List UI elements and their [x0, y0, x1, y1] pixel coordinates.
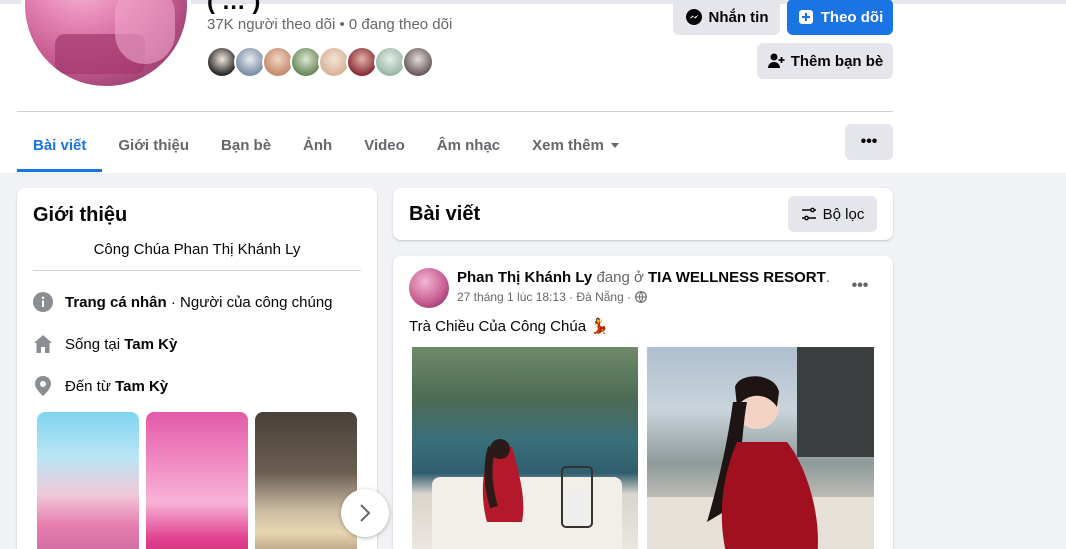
next-photos-button[interactable] — [341, 489, 389, 537]
avatar-photo-detail-2 — [115, 0, 175, 64]
page-category: · Người của công chúng — [166, 293, 333, 311]
post-author-name[interactable]: Phan Thị Khánh Ly — [457, 269, 592, 286]
filter-icon — [801, 207, 817, 221]
add-friend-icon — [767, 52, 785, 70]
profile-header: ( … ) 37K người theo dõi • 0 đang theo d… — [0, 0, 1066, 173]
pool-scene-art — [432, 439, 622, 549]
info-icon — [33, 292, 53, 312]
location-pin-icon — [33, 376, 53, 396]
profile-avatar[interactable] — [21, 0, 191, 90]
post-meta: 27 tháng 1 lúc 18:13 · Đà Nẵng · — [457, 290, 648, 304]
intro-page-info: Trang cá nhân · Người của công chúng — [33, 292, 333, 312]
featured-photo[interactable] — [146, 412, 248, 549]
post-text: Trà Chiều Của Công Chúa 💃 — [409, 318, 609, 335]
header-divider — [17, 111, 893, 112]
add-friend-button-label: Thêm bạn bè — [790, 52, 884, 70]
message-button[interactable]: Nhắn tin — [673, 0, 780, 35]
tab-label: Bạn bè — [221, 136, 272, 154]
intro-from: Đến từ Tam Kỳ — [33, 376, 168, 396]
lives-in-prefix: Sống tại — [65, 335, 125, 353]
tab-label: Âm nhạc — [436, 136, 501, 154]
friend-avatar[interactable] — [402, 46, 434, 78]
tab-posts[interactable]: Bài viết — [17, 118, 103, 172]
featured-photo[interactable] — [37, 412, 139, 549]
posts-header-card: Bài viết Bộ lọc — [393, 188, 893, 240]
intro-bio: Công Chúa Phan Thị Khánh Ly — [93, 241, 301, 258]
tab-about[interactable]: Giới thiệu — [102, 118, 205, 172]
from-prefix: Đến từ — [65, 377, 116, 395]
follow-icon — [797, 8, 815, 26]
portrait-scene-art — [647, 347, 874, 549]
post-photo[interactable] — [647, 347, 874, 549]
tab-label: Video — [364, 136, 405, 154]
filter-button-label: Bộ lọc — [822, 205, 865, 223]
post-author-line: Phan Thị Khánh Ly đang ở TIA WELLNESS RE… — [457, 269, 830, 286]
tab-label: Giới thiệu — [118, 136, 190, 154]
tab-label: Xem thêm — [532, 136, 604, 154]
follow-stats[interactable]: 37K người theo dõi • 0 đang theo dõi — [207, 16, 452, 33]
chevron-right-icon — [360, 504, 371, 522]
tab-label: Ảnh — [303, 136, 333, 154]
mutual-friends-avatars — [206, 46, 434, 78]
tab-videos[interactable]: Video — [348, 118, 421, 172]
page-type-label[interactable]: Trang cá nhân — [65, 294, 167, 311]
tab-friends[interactable]: Bạn bè — [205, 118, 287, 172]
post-location[interactable]: TIA WELLNESS RESORT — [648, 269, 826, 286]
more-options-button[interactable]: ••• — [845, 124, 893, 160]
messenger-icon — [685, 8, 703, 26]
globe-icon — [635, 291, 648, 303]
intro-lives-in: Sống tại Tam Kỳ — [33, 334, 177, 354]
post-photo[interactable] — [412, 347, 638, 549]
filter-button[interactable]: Bộ lọc — [788, 196, 877, 232]
tab-see-more[interactable]: Xem thêm — [516, 118, 635, 172]
message-button-label: Nhắn tin — [708, 8, 769, 26]
intro-card: Giới thiệu Công Chúa Phan Thị Khánh Ly T… — [17, 188, 389, 549]
caret-down-icon — [610, 142, 619, 148]
add-friend-button[interactable]: Thêm bạn bè — [757, 43, 893, 79]
home-icon — [33, 334, 53, 354]
follow-button-label: Theo dõi — [820, 8, 884, 26]
lives-in-place[interactable]: Tam Kỳ — [124, 336, 177, 353]
profile-tabs: Bài viết Giới thiệu Bạn bè Ảnh Video Âm … — [17, 118, 635, 172]
post-card: Phan Thị Khánh Ly đang ở TIA WELLNESS RE… — [393, 256, 893, 549]
post-period: . — [825, 269, 830, 286]
profile-name: ( … ) — [207, 0, 261, 15]
post-author-avatar[interactable] — [409, 268, 449, 308]
intro-title: Giới thiệu — [33, 204, 128, 226]
post-options-button[interactable]: ••• — [845, 274, 875, 298]
tab-music[interactable]: Âm nhạc — [421, 118, 516, 172]
posts-title: Bài viết — [409, 203, 481, 225]
tab-label: Bài viết — [33, 136, 87, 154]
post-checkin-text: đang ở — [592, 269, 648, 286]
tab-photos[interactable]: Ảnh — [287, 118, 348, 172]
intro-divider — [33, 270, 361, 271]
featured-photo[interactable] — [255, 412, 357, 549]
post-timestamp[interactable]: 27 tháng 1 lúc 18:13 · Đà Nẵng · — [457, 290, 631, 304]
follow-button[interactable]: Theo dõi — [787, 0, 893, 35]
from-place[interactable]: Tam Kỳ — [115, 378, 168, 395]
